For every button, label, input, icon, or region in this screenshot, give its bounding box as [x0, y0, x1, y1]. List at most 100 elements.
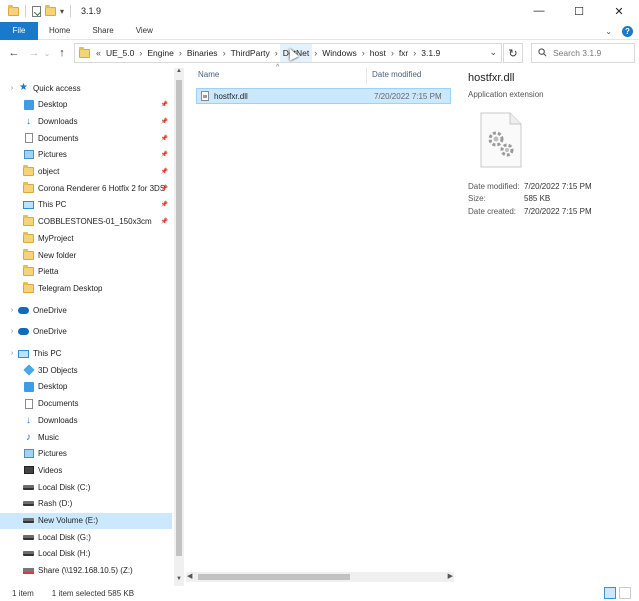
tab-share[interactable]: Share [81, 22, 124, 40]
breadcrumb-item[interactable]: 3.1.9 [418, 44, 443, 62]
tab-view[interactable]: View [125, 22, 164, 40]
chevron-right-icon[interactable]: › [273, 48, 280, 58]
nav-quick-item[interactable]: Desktop 📌 [0, 97, 172, 113]
breadcrumb-item[interactable]: Engine [144, 44, 176, 62]
chevron-right-icon[interactable]: › [411, 48, 418, 58]
nav-pc-item[interactable]: Local Disk (G:) [0, 529, 172, 545]
tab-file[interactable]: File [0, 21, 38, 40]
nav-quick-item[interactable]: Pictures 📌 [0, 147, 172, 163]
expand-chevron-icon[interactable]: › [8, 350, 16, 357]
view-toggle [604, 587, 631, 599]
nav-pc-item[interactable]: New Volume (E:) [0, 512, 172, 529]
nav-pc-item[interactable]: Videos [0, 462, 172, 478]
minimize-button[interactable]: — [519, 0, 559, 22]
chevron-right-icon[interactable]: › [221, 48, 228, 58]
nav-quick-item[interactable]: Documents 📌 [0, 130, 172, 146]
expand-chevron-icon[interactable]: › [8, 328, 16, 335]
column-divider[interactable] [366, 68, 367, 84]
ribbon-expand-icon[interactable]: ⌄ [605, 27, 612, 36]
scroll-left-icon[interactable]: ◀ [187, 572, 192, 580]
nav-quick-item[interactable]: This PC 📌 [0, 197, 172, 213]
file-name: hostfxr.dll [214, 91, 248, 101]
pin-icon: 📌 [160, 152, 168, 159]
nav-pc-item[interactable]: Pictures [0, 446, 172, 462]
up-button[interactable]: ↑ [54, 44, 70, 62]
nav-pc-item[interactable]: Local Disk (H:) [0, 546, 172, 562]
breadcrumb-item[interactable]: UE_5.0 [103, 44, 137, 62]
nav-pc-item[interactable]: ↓ Downloads [0, 412, 172, 428]
search-input[interactable]: Search 3.1.9 [531, 43, 635, 63]
expand-chevron-icon[interactable]: › [8, 85, 16, 92]
forward-button[interactable]: → [26, 44, 42, 62]
refresh-button[interactable]: ↻ [503, 43, 523, 63]
folder-icon [23, 165, 34, 177]
sort-indicator-icon: ^ [276, 64, 280, 71]
nav-pc-item[interactable]: Desktop [0, 379, 172, 395]
nav-scrollbar[interactable]: ▲ ▼ [174, 68, 184, 586]
breadcrumb-overflow[interactable]: « [94, 48, 103, 58]
nav-quick-access[interactable]: › ★ Quick access [0, 80, 172, 96]
nav-pc-item[interactable]: ♪ Music [0, 429, 172, 445]
chevron-right-icon[interactable]: › [312, 48, 319, 58]
back-button[interactable]: ← [6, 44, 22, 62]
column-header-name[interactable]: Name [198, 70, 219, 79]
search-placeholder: Search 3.1.9 [553, 48, 602, 58]
nav-pc-item[interactable]: Rash (D:) [0, 496, 172, 512]
nav-quick-item[interactable]: Pietta [0, 264, 172, 280]
file-row[interactable]: hostfxr.dll 7/20/2022 7:15 PM [196, 88, 451, 104]
customize-toolbar-icon[interactable]: ▾ [60, 7, 64, 16]
chevron-down-icon[interactable]: ⌄ [489, 47, 497, 58]
title-bar: ▾ 3.1.9 — ☐ ✕ [0, 0, 639, 22]
chevron-right-icon[interactable]: › [360, 48, 367, 58]
recent-locations-button[interactable]: ⌄ [42, 44, 52, 62]
scroll-right-icon[interactable]: ▶ [448, 572, 453, 580]
chevron-right-icon[interactable]: › [389, 48, 396, 58]
column-header-date-modified[interactable]: Date modified [372, 70, 421, 79]
nav-quick-item[interactable]: ↓ Downloads 📌 [0, 113, 172, 129]
nav-onedrive[interactable]: › OneDrive [0, 302, 172, 318]
status-selection: 1 item selected 585 KB [51, 588, 135, 598]
nav-item-label: OneDrive [33, 327, 67, 337]
scroll-thumb[interactable] [198, 574, 350, 580]
nav-this-pc[interactable]: › This PC [0, 346, 172, 362]
details-property: Date created: 7/20/2022 7:15 PM [468, 205, 592, 218]
maximize-button[interactable]: ☐ [559, 0, 599, 22]
breadcrumb-item[interactable]: ThirdParty [228, 44, 273, 62]
breadcrumb-item[interactable]: Binaries [184, 44, 221, 62]
pin-icon: 📌 [160, 185, 168, 192]
breadcrumb-item[interactable]: Windows [319, 44, 359, 62]
nav-item-label: Corona Renderer 6 Hotfix 2 for 3DS [38, 183, 166, 193]
nav-pc-item[interactable]: Share (\\192.168.10.5) (Z:) [0, 563, 172, 579]
help-icon[interactable]: ? [622, 25, 633, 37]
nav-pc-item[interactable]: Local Disk (C:) [0, 479, 172, 495]
details-view-button[interactable] [604, 587, 616, 599]
tab-home[interactable]: Home [38, 22, 81, 40]
folder-icon [8, 4, 19, 16]
breadcrumb-item[interactable]: fxr [396, 44, 411, 62]
breadcrumb-item[interactable]: host [367, 44, 389, 62]
drive-icon [23, 549, 34, 559]
horizontal-scrollbar[interactable]: ◀ ▶ [186, 572, 454, 582]
nav-quick-item[interactable]: Corona Renderer 6 Hotfix 2 for 3DS 📌 [0, 180, 172, 196]
nav-pc-item[interactable]: 3D Objects [0, 362, 172, 378]
nav-item-label: MyProject [38, 233, 74, 243]
nav-item-label: COBBLESTONES-01_150x3cm [38, 217, 152, 227]
scroll-thumb[interactable] [176, 80, 182, 556]
chevron-right-icon[interactable]: › [137, 48, 144, 58]
close-button[interactable]: ✕ [599, 0, 639, 22]
new-folder-icon[interactable] [45, 4, 56, 16]
nav-onedrive[interactable]: › OneDrive [0, 324, 172, 340]
nav-quick-item[interactable]: object 📌 [0, 164, 172, 180]
navigation-pane: › ★ Quick access Desktop 📌 ↓ Downloads 📌 Documen… [0, 76, 184, 586]
chevron-right-icon[interactable]: › [177, 48, 184, 58]
expand-chevron-icon[interactable]: › [8, 307, 16, 314]
nav-quick-item[interactable]: New folder [0, 247, 172, 263]
large-icons-view-button[interactable] [619, 587, 631, 599]
nav-pc-item[interactable]: Documents [0, 396, 172, 412]
nav-quick-item[interactable]: MyProject [0, 230, 172, 246]
nav-quick-item[interactable]: Telegram Desktop [0, 280, 172, 296]
scroll-up-icon[interactable]: ▲ [174, 68, 184, 78]
drive-icon [23, 499, 34, 509]
nav-quick-item[interactable]: COBBLESTONES-01_150x3cm 📌 [0, 214, 172, 230]
properties-icon[interactable] [32, 5, 41, 17]
